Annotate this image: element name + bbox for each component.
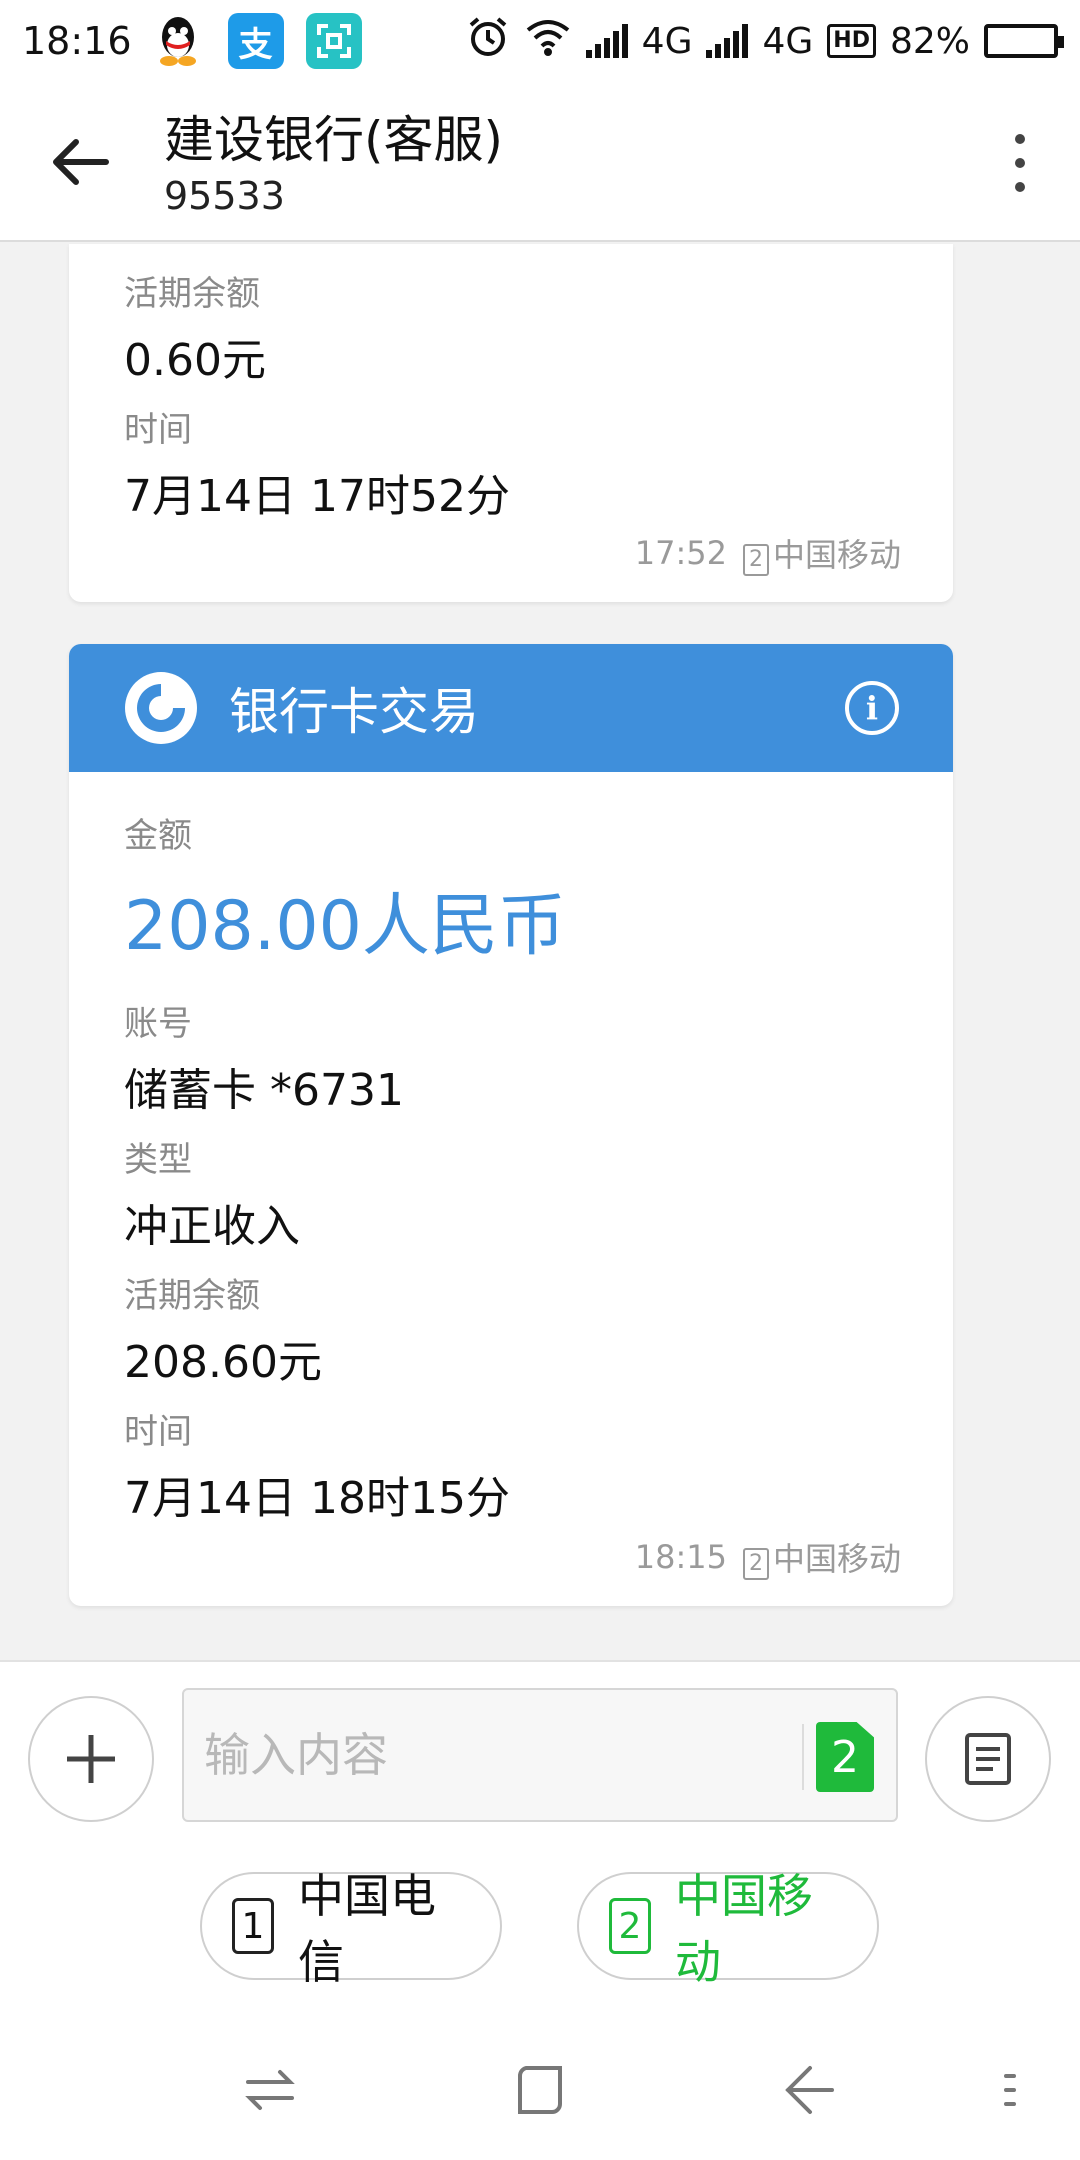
sim-2-icon: 2 [609, 1898, 651, 1954]
menu-button[interactable] [980, 2050, 1040, 2130]
balance-value: 208.60元 [124, 1337, 322, 1388]
switch-arrows-icon [245, 2070, 295, 2110]
message-meta: 17:52 2 中国移动 [635, 530, 901, 576]
time-label: 时间 [124, 410, 192, 450]
amount-label: 金额 [124, 816, 192, 856]
plus-icon [67, 1735, 115, 1783]
account-label: 账号 [124, 1004, 192, 1044]
sim-2-label: 中国移动 [674, 1869, 813, 1989]
conversation-header: 建设银行(客服) 95533 [0, 82, 1080, 242]
sim-2-selector[interactable]: 2 中国移动 [577, 1869, 879, 1989]
alarm-icon [466, 15, 510, 68]
wifi-icon [524, 18, 572, 65]
network-type-1: 4G [641, 20, 693, 62]
square-icon [518, 2066, 562, 2114]
sent-time: 18:15 [634, 1538, 727, 1576]
more-dots-icon [1015, 134, 1025, 144]
input-divider [802, 1724, 804, 1790]
type-value: 冲正收入 [124, 1201, 300, 1252]
qq-icon [150, 13, 206, 69]
balance-label: 活期余额 [124, 274, 260, 314]
balance-label: 活期余额 [124, 1276, 260, 1316]
system-nav-bar [0, 2020, 1080, 2160]
status-bar: 18:16 支 4G 4G HD 82% [0, 0, 1080, 82]
message-input[interactable] [204, 1710, 764, 1800]
amount-value: 208.00人民币 [124, 887, 566, 966]
sim-1-selector[interactable]: 1 中国电信 [200, 1869, 502, 1989]
card-header: 银行卡交易 i [69, 644, 953, 772]
account-value: 储蓄卡 *6731 [124, 1065, 404, 1116]
time-value: 7月14日 17时52分 [124, 471, 510, 522]
info-icon[interactable]: i [845, 681, 899, 735]
add-attachment-button[interactable] [28, 1696, 154, 1822]
type-label: 类型 [124, 1140, 192, 1180]
message-input-box[interactable]: 2 [182, 1688, 898, 1822]
network-type-2: 4G [762, 20, 814, 62]
back-nav-button[interactable] [770, 2050, 850, 2130]
sim-2-icon: 2 [742, 543, 769, 576]
recents-button[interactable] [230, 2050, 310, 2130]
status-time: 18:16 [22, 19, 132, 63]
carrier-label: 中国移动 [772, 536, 901, 574]
message-card[interactable]: 活期余额 0.60元 时间 7月14日 17时52分 17:52 2 中国移动 [69, 244, 953, 602]
card-title: 银行卡交易 [229, 683, 479, 741]
arrow-left-icon [53, 139, 109, 185]
more-options-button[interactable] [1000, 128, 1040, 198]
quick-reply-button[interactable] [925, 1696, 1051, 1822]
home-button[interactable] [500, 2050, 580, 2130]
sent-time: 17:52 [634, 534, 727, 572]
battery-icon [984, 24, 1064, 58]
time-value: 7月14日 18时15分 [124, 1473, 510, 1524]
scan-icon [305, 13, 362, 69]
sim-1-icon: 1 [232, 1898, 274, 1954]
more-dots-icon [1015, 158, 1025, 168]
contact-number: 95533 [164, 174, 285, 218]
more-dots-icon [1015, 182, 1025, 192]
message-meta: 18:15 2 中国移动 [635, 1534, 901, 1580]
balance-value: 0.60元 [124, 335, 266, 386]
signal-icon [706, 24, 749, 58]
carrier-label: 中国移动 [772, 1540, 901, 1578]
document-icon [965, 1733, 1011, 1785]
back-button[interactable] [40, 122, 120, 202]
battery-percent: 82% [889, 20, 970, 62]
back-arrow-icon [785, 2066, 834, 2114]
message-card[interactable]: 银行卡交易 i 金额 208.00人民币 账号 储蓄卡 *6731 类型 冲正收… [69, 644, 953, 1606]
contact-name: 建设银行(客服) [164, 111, 504, 169]
menu-lines-icon [1004, 2074, 1016, 2106]
sim-2-icon: 2 [742, 1547, 769, 1580]
send-sim-2-button[interactable]: 2 [816, 1722, 874, 1792]
ccb-logo-icon [125, 672, 197, 744]
alipay-icon: 支 [227, 13, 284, 69]
time-label: 时间 [124, 1412, 192, 1452]
signal-icon [585, 24, 628, 58]
hd-badge: HD [827, 24, 876, 58]
sim-1-label: 中国电信 [297, 1869, 436, 1989]
